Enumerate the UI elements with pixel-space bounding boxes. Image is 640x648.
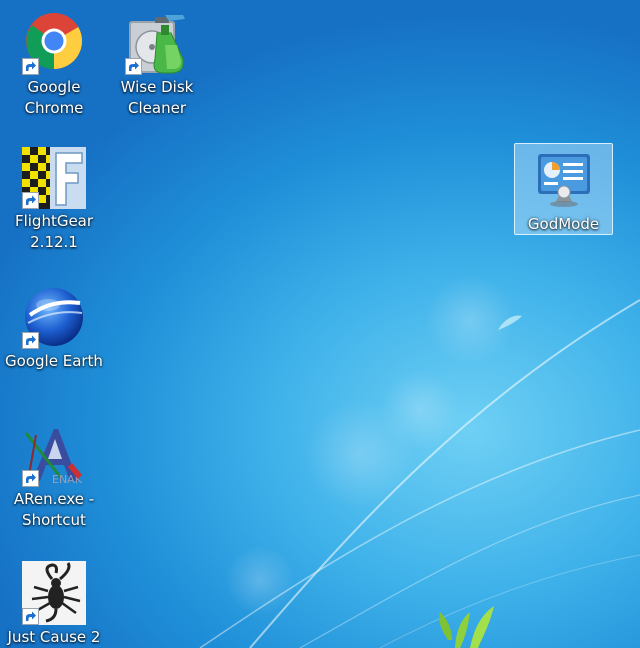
shortcut-arrow-icon — [22, 192, 39, 209]
icon-label: Just Cause 2 — [7, 628, 101, 646]
icon-label: ARen.exe - Shortcut — [13, 490, 95, 529]
shortcut-arrow-icon — [22, 58, 39, 75]
icon-label: Google Earth — [5, 352, 103, 370]
shortcut-arrow-icon — [22, 332, 39, 349]
shortcut-arrow-icon — [22, 608, 39, 625]
desktop-icon-google-earth[interactable]: Google Earth — [2, 280, 106, 373]
icon-label: GodMode — [527, 215, 600, 233]
control-panel-icon — [537, 154, 590, 207]
desktop-icon-flightgear[interactable]: FlightGear 2.12.1 — [2, 140, 106, 254]
shortcut-arrow-icon — [22, 470, 39, 487]
desktop-icon-wise-disk-cleaner[interactable]: Wise Disk Cleaner — [105, 6, 209, 120]
desktop-icon-google-chrome[interactable]: Google Chrome — [2, 6, 106, 120]
desktop-icon-just-cause-2[interactable]: Just Cause 2 — [2, 556, 106, 648]
icon-label: Wise Disk Cleaner — [120, 78, 194, 117]
desktop-icon-aren-shortcut[interactable]: ENAK ARen.exe - Shortcut — [2, 418, 106, 532]
icon-label: Google Chrome — [24, 78, 84, 117]
icon-label: FlightGear 2.12.1 — [14, 212, 94, 251]
desktop-icon-godmode[interactable]: GodMode — [514, 143, 613, 235]
desktop-background[interactable]: Google Chrome Wise Disk Cleaner FlightGe… — [0, 0, 640, 648]
shortcut-arrow-icon — [125, 58, 142, 75]
